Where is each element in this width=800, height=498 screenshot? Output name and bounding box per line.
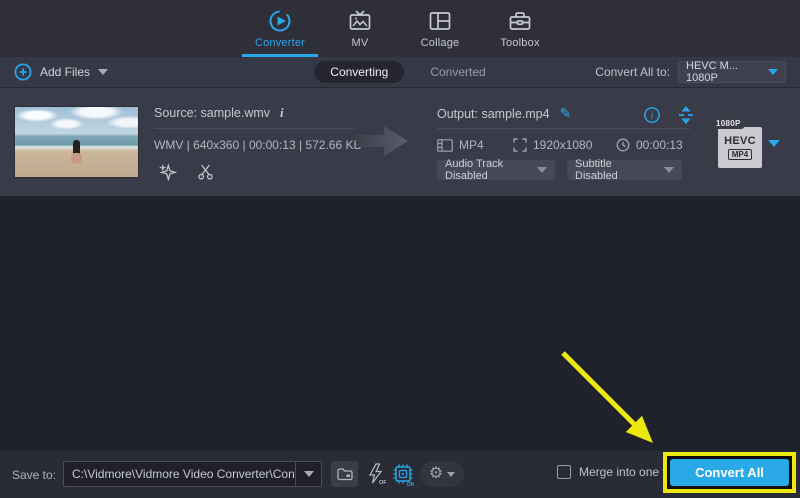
edit-effects-icon[interactable] <box>156 160 178 182</box>
chevron-down-icon <box>537 167 547 173</box>
lightning-icon: OFF <box>366 463 386 485</box>
chevron-down-icon <box>664 167 674 173</box>
top-nav: Converter MV Collage Toolbox <box>0 0 800 57</box>
convert-all-button[interactable]: Convert All <box>670 459 789 486</box>
gpu-acceleration-toggle[interactable]: ON <box>391 461 415 487</box>
mv-tv-icon <box>347 9 373 33</box>
convert-direction-arrow <box>356 124 408 158</box>
add-files-label: Add Files <box>40 65 90 79</box>
plus-circle-icon <box>14 63 32 81</box>
tab-label: Toolbox <box>500 37 539 49</box>
save-path-value: C:\Vidmore\Vidmore Video Converter\Conve… <box>64 467 295 481</box>
tab-toolbox[interactable]: Toolbox <box>480 0 560 57</box>
save-path-dropdown[interactable] <box>295 462 321 486</box>
file-list-empty-area <box>0 196 800 451</box>
svg-text:i: i <box>651 111 654 122</box>
output-filename: Output: sample.mp4 <box>437 107 550 121</box>
chevron-down-icon <box>768 69 778 75</box>
tab-label: Converter <box>255 37 305 49</box>
audio-track-dropdown[interactable]: Audio Track Disabled <box>437 160 555 180</box>
clock-icon <box>616 138 630 152</box>
chevron-down-icon <box>304 471 314 477</box>
add-files-button[interactable]: Add Files <box>14 63 108 81</box>
gear-icon: ⚙ <box>429 466 443 482</box>
source-divider <box>154 128 354 129</box>
chevron-down-icon[interactable] <box>98 69 108 75</box>
subtitle-dropdown[interactable]: Subtitle Disabled <box>567 160 682 180</box>
converter-icon <box>267 9 293 33</box>
output-resolution: 1920x1080 <box>513 138 592 152</box>
save-path-field[interactable]: C:\Vidmore\Vidmore Video Converter\Conve… <box>63 461 322 487</box>
profile-resolution-tag: 1080P <box>712 118 745 129</box>
convert-all-to-label: Convert All to: <box>595 65 670 79</box>
file-list-item[interactable]: Source: sample.wmv i WMV | 640x360 | 00:… <box>0 88 800 196</box>
resolution-expand-icon <box>513 138 527 152</box>
output-actions: i <box>641 104 697 126</box>
video-thumbnail <box>14 106 139 178</box>
convert-all-to: Convert All to: HEVC M... 1080P <box>595 61 786 83</box>
fit-resize-icon[interactable] <box>675 104 697 126</box>
source-filename: Source: sample.wmv <box>154 106 270 120</box>
bottom-bar: Save to: C:\Vidmore\Vidmore Video Conver… <box>0 451 800 498</box>
settings-button[interactable]: ⚙ <box>420 461 464 487</box>
cut-scissors-icon[interactable] <box>194 160 216 182</box>
film-icon <box>437 139 453 152</box>
source-info-icon[interactable]: i <box>280 105 284 121</box>
high-speed-toggle[interactable]: OFF <box>363 461 389 487</box>
chevron-down-icon <box>447 472 455 477</box>
output-format-select[interactable]: HEVC M... 1080P <box>678 61 786 83</box>
svg-text:ON: ON <box>407 482 415 486</box>
tab-collage[interactable]: Collage <box>400 0 480 57</box>
output-divider <box>437 128 690 129</box>
profile-codec: HEVC <box>724 135 756 147</box>
toolbox-briefcase-icon <box>507 9 533 33</box>
annotation-highlight-box: Convert All <box>663 452 796 493</box>
source-tools <box>156 160 216 182</box>
output-format: MP4 <box>437 138 484 152</box>
save-to-label: Save to: <box>12 468 56 482</box>
output-info-icon[interactable]: i <box>641 104 663 126</box>
svg-text:OFF: OFF <box>379 480 386 485</box>
tab-mv[interactable]: MV <box>320 0 400 57</box>
source-title: Source: sample.wmv i <box>154 105 284 121</box>
merge-into-one-file[interactable]: Merge into one file <box>557 465 678 479</box>
open-folder-button[interactable] <box>331 461 358 487</box>
output-duration: 00:00:13 <box>616 138 683 152</box>
tab-converted[interactable]: Converted <box>430 65 485 79</box>
source-meta: WMV | 640x360 | 00:00:13 | 572.66 KB <box>154 138 361 152</box>
queue-tabs: Converting Converted <box>314 61 485 83</box>
output-title: Output: sample.mp4 ✎ <box>437 105 571 122</box>
profile-dropdown-caret[interactable] <box>768 140 780 147</box>
toolbar: Add Files Converting Converted Convert A… <box>0 57 800 88</box>
chip-icon: ON <box>392 463 414 486</box>
tab-converter[interactable]: Converter <box>240 0 320 57</box>
folder-icon <box>337 467 353 481</box>
tab-label: Collage <box>421 37 460 49</box>
tab-label: MV <box>352 37 369 49</box>
profile-file-icon: HEVC MP4 <box>718 127 762 168</box>
output-profile-badge[interactable]: HEVC MP4 1080P <box>716 122 764 168</box>
collage-grid-icon <box>427 9 453 33</box>
merge-checkbox[interactable] <box>557 465 571 479</box>
app-window: Converter MV Collage Toolbox Add Files <box>0 0 800 498</box>
tab-converting[interactable]: Converting <box>314 61 404 83</box>
rename-pencil-icon[interactable]: ✎ <box>560 105 572 122</box>
profile-container: MP4 <box>728 149 752 160</box>
output-format-value: HEVC M... 1080P <box>686 60 768 84</box>
